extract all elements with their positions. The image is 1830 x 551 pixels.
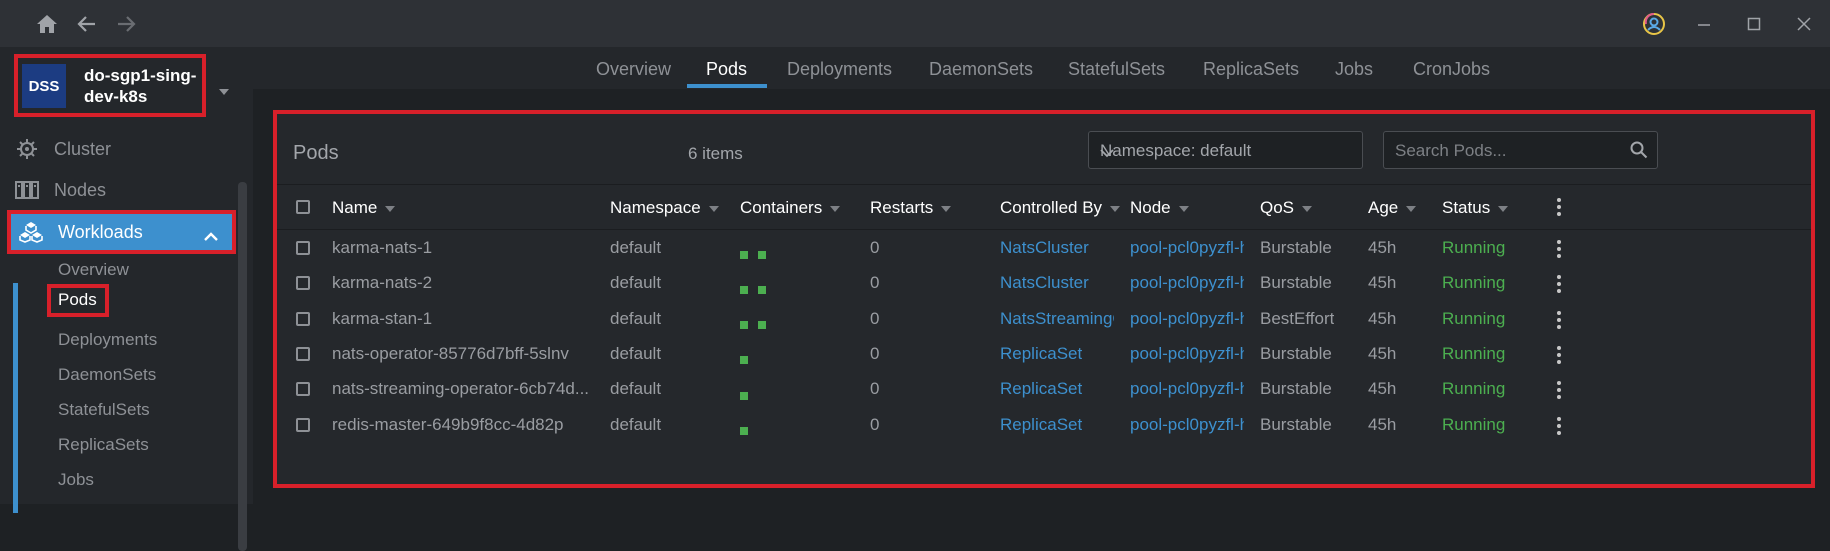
tab-overview[interactable]: Overview	[596, 59, 671, 80]
sidebar-subitem-deployments[interactable]: Deployments	[58, 330, 157, 350]
active-tab-indicator	[687, 84, 767, 88]
home-icon[interactable]	[35, 12, 59, 36]
tab-statefulsets[interactable]: StatefulSets	[1068, 59, 1165, 80]
chevron-up-icon[interactable]	[204, 226, 218, 247]
sidebar-subitem-overview[interactable]: Overview	[58, 260, 129, 280]
tab-bar: Overview Pods Deployments DaemonSets Sta…	[253, 47, 1830, 89]
tab-deployments[interactable]: Deployments	[787, 59, 892, 80]
tab-jobs[interactable]: Jobs	[1335, 59, 1373, 80]
sidebar-subitem-daemonsets[interactable]: DaemonSets	[58, 365, 156, 385]
submenu-rail	[13, 283, 18, 513]
tab-daemonsets[interactable]: DaemonSets	[929, 59, 1033, 80]
minimize-icon[interactable]	[1692, 12, 1716, 36]
tab-pods[interactable]: Pods	[706, 59, 747, 80]
sidebar-subitem-pods[interactable]: Pods	[47, 284, 109, 317]
sidebar-item-nodes[interactable]: Nodes	[0, 170, 240, 210]
sidebar-scrollbar[interactable]	[238, 182, 247, 551]
sidebar-item-workloads[interactable]: Workloads	[7, 210, 236, 254]
server-icon	[13, 181, 41, 199]
cluster-name: do-sgp1-sing-dev-k8s	[84, 66, 197, 106]
arrow-left-icon[interactable]	[75, 12, 99, 36]
sidebar-item-label: Cluster	[54, 138, 112, 159]
title-bar	[0, 0, 1830, 47]
maximize-icon[interactable]	[1742, 12, 1766, 36]
sidebar-item-cluster[interactable]: Cluster	[0, 129, 240, 169]
sidebar: DSS do-sgp1-sing-dev-k8s Cluster Nodes W…	[0, 47, 253, 551]
sidebar-item-label: Nodes	[54, 179, 107, 200]
close-icon[interactable]	[1792, 12, 1816, 36]
cubes-icon	[17, 221, 45, 243]
helm-wheel-icon	[13, 138, 41, 160]
sidebar-item-label: Workloads	[58, 221, 143, 242]
user-circle-icon[interactable]	[1642, 12, 1666, 36]
panel-highlight-frame	[273, 110, 1815, 488]
cluster-selector[interactable]: DSS do-sgp1-sing-dev-k8s	[14, 54, 206, 117]
cluster-avatar: DSS	[22, 64, 66, 108]
chevron-down-icon[interactable]	[218, 83, 232, 97]
sidebar-subitem-jobs[interactable]: Jobs	[58, 470, 94, 490]
sidebar-subitem-statefulsets[interactable]: StatefulSets	[58, 400, 150, 420]
arrow-right-icon[interactable]	[114, 12, 138, 36]
main-content: Overview Pods Deployments DaemonSets Sta…	[253, 47, 1830, 504]
tab-cronjobs[interactable]: CronJobs	[1413, 59, 1490, 80]
sidebar-subitem-replicasets[interactable]: ReplicaSets	[58, 435, 149, 455]
tab-replicasets[interactable]: ReplicaSets	[1203, 59, 1299, 80]
